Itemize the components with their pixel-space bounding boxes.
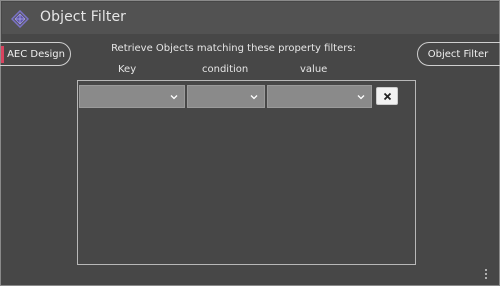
diamond-logo-icon xyxy=(11,10,29,28)
column-header-key: Key xyxy=(118,64,137,75)
remove-filter-button[interactable] xyxy=(376,87,398,105)
key-dropdown[interactable] xyxy=(79,85,185,108)
more-vertical-icon[interactable] xyxy=(483,269,489,283)
window-title: Object Filter xyxy=(40,9,127,25)
chevron-down-icon xyxy=(250,95,258,100)
value-dropdown[interactable] xyxy=(267,85,372,108)
chevron-down-icon xyxy=(357,95,365,100)
instructions-text: Retrieve Objects matching these property… xyxy=(111,43,356,54)
close-icon xyxy=(383,92,391,100)
title-bar: Object Filter xyxy=(2,2,499,34)
condition-dropdown[interactable] xyxy=(187,85,265,108)
object-filter-window: Object Filter AEC Design Object Filter R… xyxy=(0,0,500,286)
column-header-condition: condition xyxy=(202,64,249,75)
column-header-value: value xyxy=(300,64,328,75)
chevron-down-icon xyxy=(170,95,178,100)
